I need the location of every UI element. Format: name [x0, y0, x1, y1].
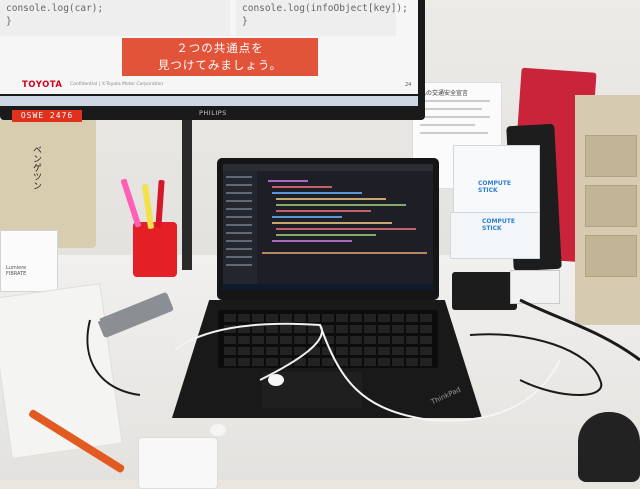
earbud-icon	[210, 424, 226, 436]
black-cable	[86, 319, 141, 396]
earphone-cable	[319, 324, 561, 422]
earphone-cable	[174, 322, 323, 381]
earbud-icon	[268, 374, 284, 386]
white-cable	[0, 317, 101, 326]
cables	[0, 298, 640, 436]
computer-mouse	[578, 412, 640, 482]
power-cable	[519, 298, 640, 362]
white-card	[138, 437, 218, 489]
black-cable	[469, 333, 603, 396]
